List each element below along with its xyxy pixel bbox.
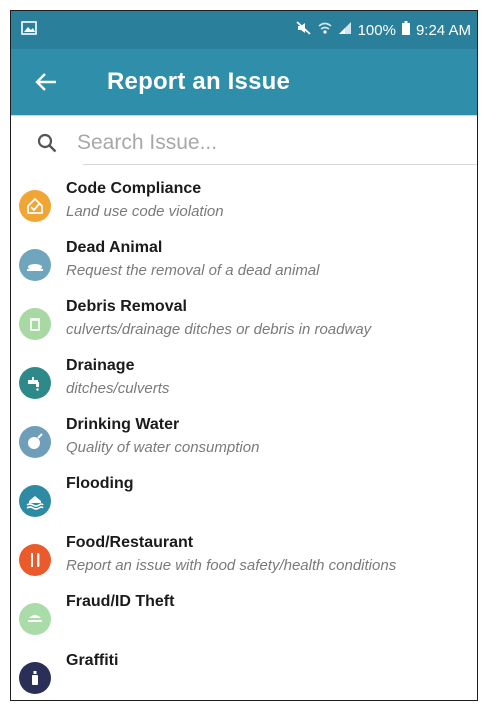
- issue-title: Food/Restaurant: [66, 534, 194, 551]
- back-arrow-icon[interactable]: [35, 69, 71, 95]
- issue-title: Flooding: [66, 475, 134, 492]
- issue-item-debris-removal[interactable]: Debris Removal culverts/drainage ditches…: [11, 296, 477, 355]
- issue-item-fraud-id-theft[interactable]: Fraud/ID Theft: [11, 591, 477, 650]
- issue-subtitle: Quality of water consumption: [66, 439, 260, 456]
- wifi-icon: [318, 21, 332, 39]
- issue-item-graffiti[interactable]: Graffiti: [11, 650, 477, 700]
- issue-subtitle: Land use code violation: [66, 203, 224, 220]
- phone-screen: 100% 9:24 AM Report an Issue Code Compli…: [10, 10, 478, 701]
- fork-knife-icon: [19, 544, 51, 576]
- mute-icon: [295, 21, 312, 39]
- house-check-icon: [19, 190, 51, 222]
- issue-title: Graffiti: [66, 652, 119, 669]
- status-indicators: 100% 9:24 AM: [295, 21, 471, 39]
- flood-house-icon: [19, 485, 51, 517]
- issue-item-drainage[interactable]: Drainage ditches/culverts: [11, 355, 477, 414]
- dead-animal-icon: [19, 249, 51, 281]
- issue-title: Fraud/ID Theft: [66, 593, 175, 610]
- issue-subtitle: ditches/culverts: [66, 380, 170, 397]
- issue-title: Drainage: [66, 357, 135, 374]
- search-bar: [11, 116, 477, 170]
- battery-icon: [401, 21, 410, 39]
- issue-subtitle: Report an issue with food safety/health …: [66, 557, 397, 574]
- water-glass-icon: [19, 426, 51, 458]
- id-card-icon: [19, 603, 51, 635]
- issue-subtitle: culverts/drainage ditches or debris in r…: [66, 321, 372, 338]
- issue-item-food-restaurant[interactable]: Food/Restaurant Report an issue with foo…: [11, 532, 477, 591]
- trash-icon: [19, 308, 51, 340]
- issue-item-code-compliance[interactable]: Code Compliance Land use code violation: [11, 178, 477, 237]
- faucet-icon: [19, 367, 51, 399]
- issue-title: Debris Removal: [66, 298, 187, 315]
- issue-list: Code Compliance Land use code violation …: [11, 170, 477, 700]
- page-title: Report an Issue: [107, 68, 291, 95]
- spray-can-icon: [19, 662, 51, 694]
- issue-title: Code Compliance: [66, 180, 202, 197]
- search-icon: [37, 133, 57, 153]
- issue-item-drinking-water[interactable]: Drinking Water Quality of water consumpt…: [11, 414, 477, 473]
- search-input[interactable]: [75, 130, 409, 156]
- issue-title: Dead Animal: [66, 239, 163, 256]
- status-bar: 100% 9:24 AM: [11, 11, 477, 49]
- app-bar: Report an Issue: [11, 49, 477, 116]
- battery-percent: 100%: [357, 21, 396, 39]
- issue-subtitle: Request the removal of a dead animal: [66, 262, 320, 279]
- search-underline: [83, 164, 477, 165]
- signal-icon: [338, 21, 352, 39]
- issue-item-flooding[interactable]: Flooding: [11, 473, 477, 532]
- issue-title: Drinking Water: [66, 416, 180, 433]
- issue-item-dead-animal[interactable]: Dead Animal Request the removal of a dea…: [11, 237, 477, 296]
- clock: 9:24 AM: [415, 21, 471, 39]
- gallery-notification-icon: [21, 21, 37, 39]
